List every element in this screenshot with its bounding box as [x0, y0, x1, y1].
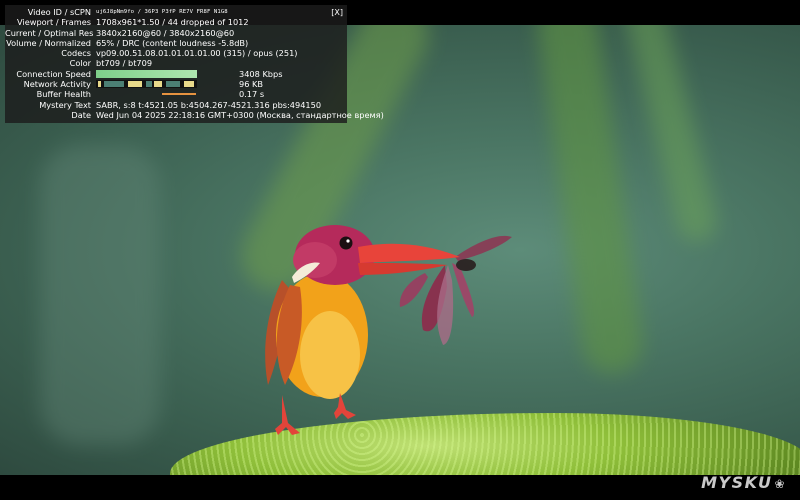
- stats-row-video-id: Video ID / sCPN uj6J8pNm9fo / 36P3 P3fP …: [5, 7, 347, 17]
- stats-value: 65% / DRC (content loudness -5.8dB): [96, 37, 249, 48]
- stats-label: Video ID / sCPN: [27, 7, 91, 17]
- stats-row-network-activity: Network Activity 96 KB: [5, 79, 347, 89]
- stats-value: 3840x2160@60 / 3840x2160@60: [96, 27, 235, 38]
- stats-label: Color: [69, 58, 91, 69]
- paw-icon: ❀: [774, 477, 786, 491]
- stats-value: 3408 Kbps: [239, 68, 283, 79]
- stats-value: 96 KB: [239, 79, 264, 90]
- stats-value: Wed Jun 04 2025 22:18:16 GMT+0300 (Москв…: [96, 109, 384, 120]
- stats-row-connection-speed: Connection Speed 3408 Kbps: [5, 69, 347, 79]
- watermark-text: MYSKU: [701, 473, 773, 492]
- stats-label: Mystery Text: [39, 99, 91, 110]
- stats-value: SABR, s:8 t:4521.05 b:4504.267-4521.316 …: [96, 99, 322, 110]
- stats-row-buffer-health: Buffer Health 0.17 s: [5, 89, 347, 99]
- stats-value: bt709 / bt709: [96, 58, 153, 69]
- network-activity-bar: [96, 80, 197, 89]
- stats-value: 1708x961*1.50 / 44 dropped of 1012: [96, 17, 249, 28]
- stats-row-date: Date Wed Jun 04 2025 22:18:16 GMT+0300 (…: [5, 109, 383, 120]
- stats-value: 0.17 s: [239, 89, 265, 100]
- stats-value: vp09.00.51.08.01.01.01.01.00 (315) / opu…: [96, 48, 298, 59]
- stats-label: Viewport / Frames: [17, 17, 91, 28]
- buffer-health-bar: [96, 90, 197, 98]
- stats-row-volume: Volume / Normalized 65% / DRC (content l…: [5, 38, 347, 48]
- close-stats-button[interactable]: [X]: [331, 8, 343, 18]
- stats-label: Network Activity: [23, 79, 91, 90]
- stats-row-codecs: Codecs vp09.00.51.08.01.01.01.01.00 (315…: [5, 48, 347, 58]
- video-player[interactable]: [X] Video ID / sCPN uj6J8pNm9fo / 36P3 P…: [0, 0, 800, 500]
- site-watermark: MYSKU ❀: [701, 473, 786, 492]
- connection-speed-bar: [96, 69, 197, 78]
- stats-row-mystery-text: Mystery Text SABR, s:8 t:4521.05 b:4504.…: [5, 100, 347, 110]
- stats-label: Volume / Normalized: [6, 37, 91, 48]
- stats-label: Date: [71, 109, 91, 120]
- stats-value: uj6J8pNm9fo / 36P3 P3fP RE7V FR8F N1G8: [96, 9, 228, 15]
- stats-label: Codecs: [61, 48, 91, 59]
- stats-row-color: Color bt709 / bt709: [5, 58, 347, 68]
- stats-row-viewport: Viewport / Frames 1708x961*1.50 / 44 dro…: [5, 17, 347, 27]
- stats-label: Current / Optimal Res: [5, 27, 94, 38]
- stats-row-resolution: Current / Optimal Res 3840x2160@60 / 384…: [5, 28, 347, 38]
- stats-label: Buffer Health: [36, 89, 91, 100]
- stats-for-nerds-panel: [X] Video ID / sCPN uj6J8pNm9fo / 36P3 P…: [5, 5, 384, 123]
- stats-label: Connection Speed: [16, 68, 91, 79]
